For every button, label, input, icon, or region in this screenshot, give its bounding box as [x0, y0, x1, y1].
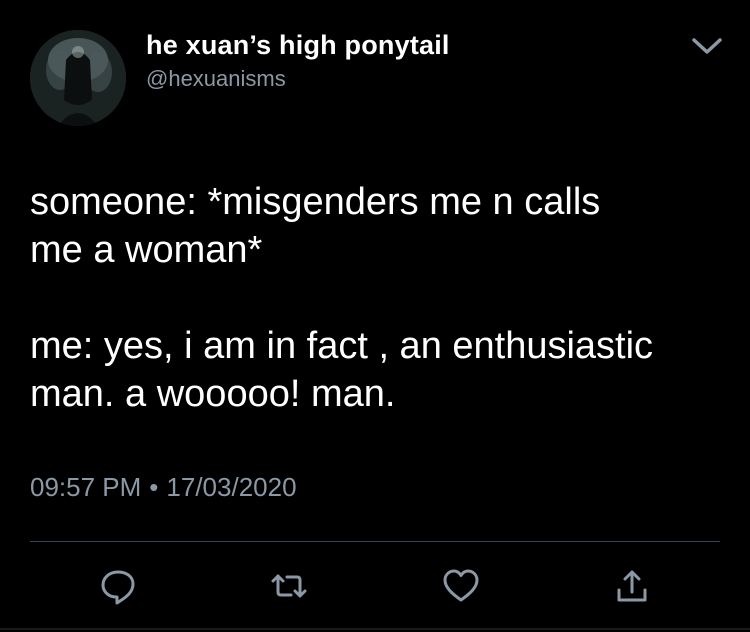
- like-icon[interactable]: [441, 566, 481, 606]
- tweet-card: he xuan’s high ponytail @hexuanisms some…: [0, 0, 750, 632]
- reply-icon[interactable]: [98, 566, 138, 606]
- tweet-date: 17/03/2020: [166, 472, 297, 502]
- separator-dot: •: [149, 472, 159, 502]
- share-icon[interactable]: [612, 566, 652, 606]
- display-name[interactable]: he xuan’s high ponytail: [146, 30, 450, 61]
- tweet-paragraph-2: me: yes, i am in fact , an enthusiastic …: [30, 325, 654, 415]
- avatar-image: [30, 30, 126, 126]
- tweet-time: 09:57 PM: [30, 472, 142, 502]
- user-handle[interactable]: @hexuanisms: [146, 66, 286, 92]
- chevron-down-icon[interactable]: [690, 34, 724, 58]
- tweet-paragraph-1: someone: *misgenders me n calls me a wom…: [30, 181, 601, 271]
- retweet-icon[interactable]: [269, 566, 309, 606]
- bottom-border: [0, 628, 750, 630]
- avatar[interactable]: [30, 30, 126, 126]
- tweet-text: someone: *misgenders me n calls me a wom…: [30, 178, 720, 418]
- divider: [30, 541, 720, 542]
- tweet-timestamp[interactable]: 09:57 PM • 17/03/2020: [30, 472, 297, 503]
